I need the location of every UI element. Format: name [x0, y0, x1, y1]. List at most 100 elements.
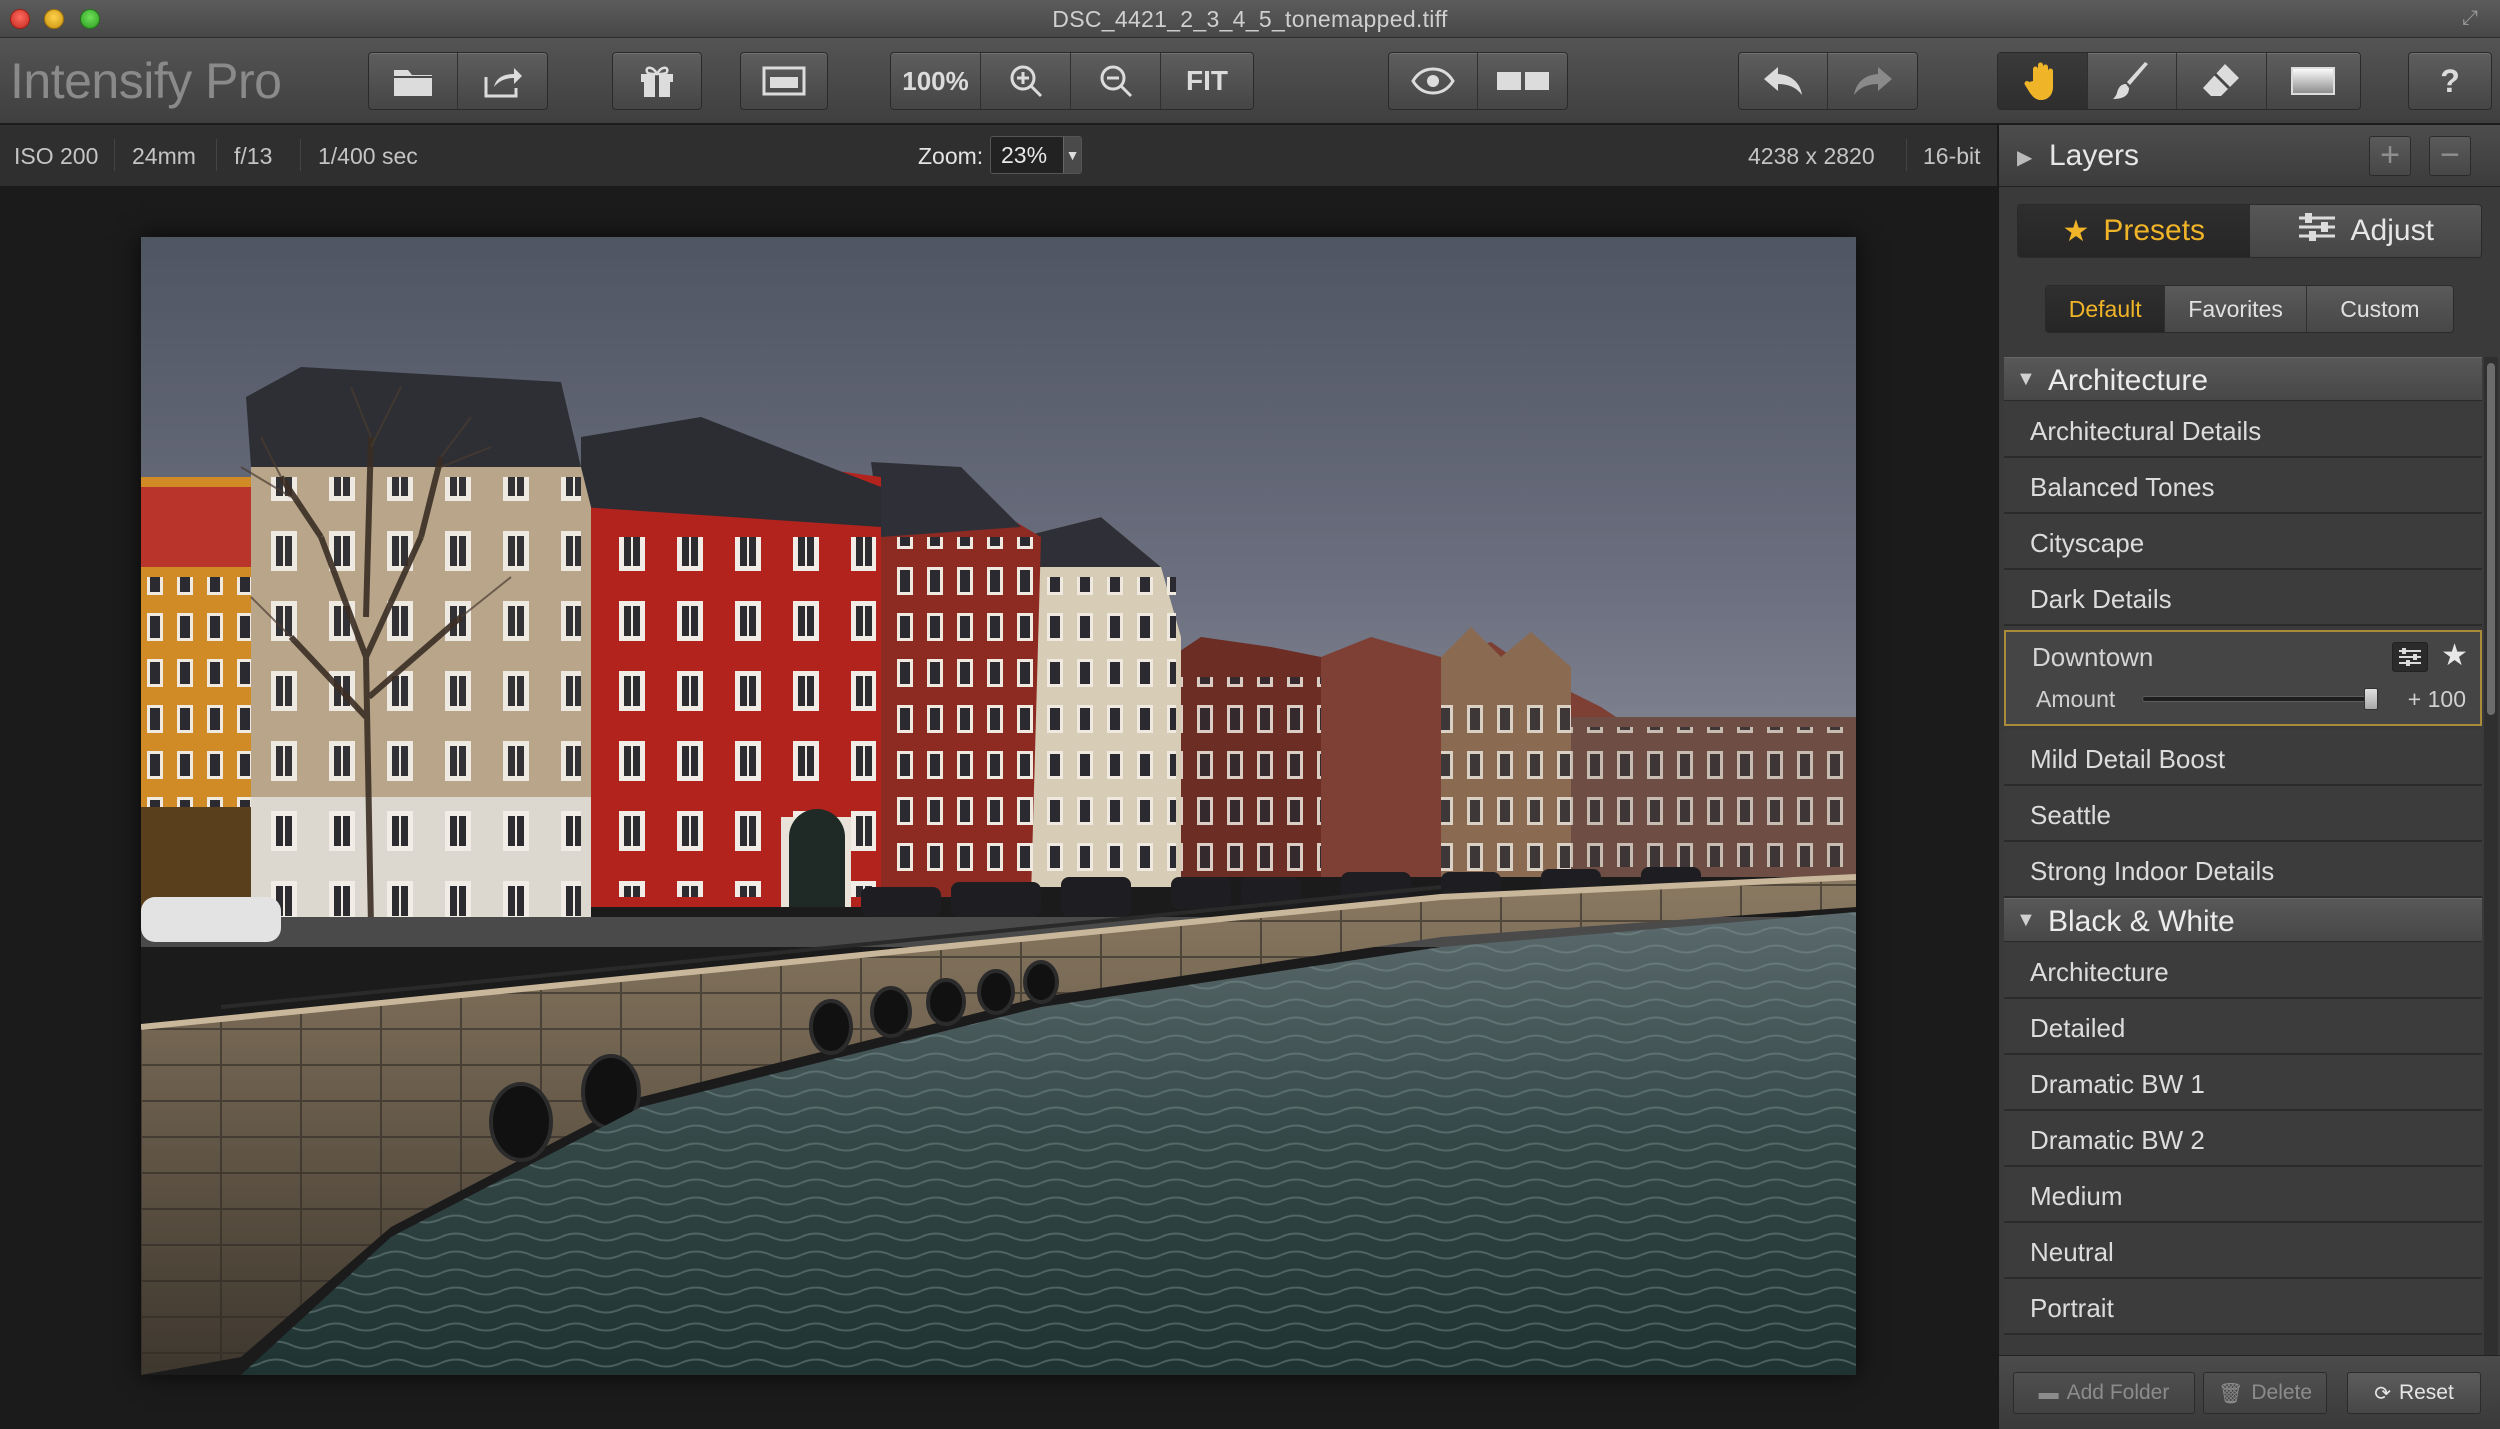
- hand-tool-button[interactable]: [1998, 53, 2088, 109]
- brush-icon: [2112, 62, 2148, 99]
- tab-default[interactable]: Default: [2046, 286, 2166, 332]
- preset-item[interactable]: Neutral: [2004, 1223, 2482, 1279]
- share-icon: [484, 68, 522, 98]
- preset-item-selected[interactable]: Downtown ★ Amount + 100: [2004, 630, 2482, 726]
- add-folder-button[interactable]: ▬ Add Folder: [2013, 1372, 2195, 1414]
- preset-item[interactable]: Dark Details: [2004, 570, 2482, 626]
- zoom-100-button[interactable]: 100%: [891, 53, 981, 109]
- brush-tool-button[interactable]: [2088, 53, 2177, 109]
- export-button[interactable]: [458, 53, 547, 109]
- eye-icon: [1411, 67, 1455, 95]
- preset-label: Strong Indoor Details: [2030, 856, 2275, 886]
- image-dimensions: 4238 x 2820: [1748, 143, 1875, 169]
- layers-bar: ▶ Layers + −: [1999, 125, 2500, 187]
- file-group: [368, 52, 548, 110]
- tab-favorites[interactable]: Favorites: [2165, 286, 2307, 332]
- amount-slider-thumb[interactable]: [2364, 688, 2378, 710]
- preset-item[interactable]: Cityscape: [2004, 514, 2482, 570]
- category-label: Black & White: [2048, 905, 2235, 938]
- canal-street-photo: [141, 237, 1856, 1375]
- refresh-icon: ⟳: [2374, 1382, 2391, 1405]
- reset-button[interactable]: ⟳ Reset: [2347, 1372, 2481, 1414]
- shutter-speed-value: 1/400 sec: [318, 143, 418, 169]
- mode-tabs: ★ Presets Adjust: [2017, 204, 2482, 258]
- sliders-icon: [2297, 212, 2337, 250]
- gradient-tool-button[interactable]: [2267, 53, 2360, 109]
- view-group: [740, 52, 828, 110]
- gift-icon: [641, 66, 673, 97]
- preset-item[interactable]: Portrait: [2004, 1279, 2482, 1335]
- zoom-value: 23%: [1001, 141, 1048, 168]
- tab-presets-label: Presets: [2103, 214, 2206, 247]
- eraser-icon: [2203, 64, 2240, 96]
- tab-adjust[interactable]: Adjust: [2249, 205, 2481, 257]
- preset-label: Mild Detail Boost: [2030, 744, 2226, 774]
- preset-item[interactable]: Dramatic BW 2: [2004, 1111, 2482, 1167]
- fullscreen-icon[interactable]: ⤢: [2462, 7, 2486, 31]
- preset-label: Balanced Tones: [2030, 472, 2215, 502]
- redo-button[interactable]: [1828, 53, 1917, 109]
- fit-button[interactable]: FIT: [1161, 53, 1253, 109]
- single-view-button[interactable]: [741, 53, 827, 109]
- zoom-in-button[interactable]: [981, 53, 1071, 109]
- image-canvas[interactable]: [0, 187, 1997, 1429]
- toolbar: Intensify Pro 100% FIT ?: [0, 38, 2500, 124]
- category-architecture[interactable]: ▼ Architecture: [2004, 357, 2482, 401]
- remove-layer-button[interactable]: −: [2429, 136, 2471, 176]
- preset-item[interactable]: Seattle: [2004, 786, 2482, 842]
- help-group: ?: [2408, 52, 2492, 110]
- layers-label[interactable]: Layers: [2049, 139, 2139, 173]
- aperture-value: f/13: [234, 143, 273, 169]
- iso-value: ISO 200: [14, 143, 99, 169]
- delete-button[interactable]: 🗑 Delete: [2203, 1372, 2327, 1414]
- zoom-out-button[interactable]: [1071, 53, 1161, 109]
- amount-slider-track[interactable]: [2142, 696, 2378, 702]
- preset-label: Architectural Details: [2030, 416, 2262, 446]
- title-bar: DSC_4421_2_3_4_5_tonemapped.tiff ⤢: [0, 0, 2500, 38]
- gift-button[interactable]: [613, 53, 701, 109]
- preset-filter-tabs: Default Favorites Custom: [2045, 285, 2454, 333]
- tab-custom[interactable]: Custom: [2306, 286, 2453, 332]
- tab-presets[interactable]: ★ Presets: [2018, 205, 2250, 257]
- preset-label: Architecture: [2030, 957, 2169, 987]
- preset-label: Dark Details: [2030, 584, 2172, 614]
- preset-label: Portrait: [2030, 1293, 2114, 1323]
- tab-adjust-label: Adjust: [2350, 214, 2434, 247]
- undo-icon: [1764, 67, 1802, 95]
- preset-item[interactable]: Architectural Details: [2004, 402, 2482, 458]
- photo-preview[interactable]: [141, 237, 1856, 1375]
- disclosure-triangle-icon[interactable]: ▶: [2017, 145, 2032, 170]
- preset-item[interactable]: Mild Detail Boost: [2004, 730, 2482, 786]
- add-folder-label: Add Folder: [2066, 1381, 2170, 1404]
- category-black-white[interactable]: ▼ Black & White: [2004, 898, 2482, 942]
- preset-label: Downtown: [2032, 642, 2154, 672]
- disclosure-triangle-icon: ▼: [2016, 909, 2036, 931]
- window-icon: [762, 66, 806, 96]
- preset-item[interactable]: Balanced Tones: [2004, 458, 2482, 514]
- preset-item[interactable]: Medium: [2004, 1167, 2482, 1223]
- reset-label: Reset: [2398, 1381, 2454, 1404]
- folder-icon: ▬: [2038, 1381, 2059, 1404]
- preset-list-scroll-thumb[interactable]: [2487, 363, 2495, 715]
- help-button[interactable]: ?: [2409, 53, 2491, 109]
- preset-adjust-button[interactable]: [2392, 642, 2428, 672]
- preset-item[interactable]: Architecture: [2004, 943, 2482, 999]
- folder-icon: [394, 70, 432, 96]
- preset-label: Dramatic BW 2: [2030, 1125, 2205, 1155]
- preview-button[interactable]: [1389, 53, 1478, 109]
- eraser-tool-button[interactable]: [2177, 53, 2267, 109]
- favorite-star-icon[interactable]: ★: [2441, 638, 2468, 673]
- undo-button[interactable]: [1739, 53, 1828, 109]
- open-file-button[interactable]: [369, 53, 458, 109]
- zoom-label: Zoom:: [918, 143, 984, 169]
- split-view-button[interactable]: [1478, 53, 1567, 109]
- preset-label: Dramatic BW 1: [2030, 1069, 2205, 1099]
- preset-item[interactable]: Detailed: [2004, 999, 2482, 1055]
- zoom-select[interactable]: 23% ▼: [990, 136, 1082, 174]
- add-layer-button[interactable]: +: [2369, 136, 2411, 176]
- preset-item[interactable]: Dramatic BW 1: [2004, 1055, 2482, 1111]
- preset-item[interactable]: Strong Indoor Details: [2004, 842, 2482, 898]
- amount-value: + 100: [2407, 686, 2466, 712]
- chevron-down-icon: ▼: [1063, 137, 1081, 173]
- preset-label: Medium: [2030, 1181, 2123, 1211]
